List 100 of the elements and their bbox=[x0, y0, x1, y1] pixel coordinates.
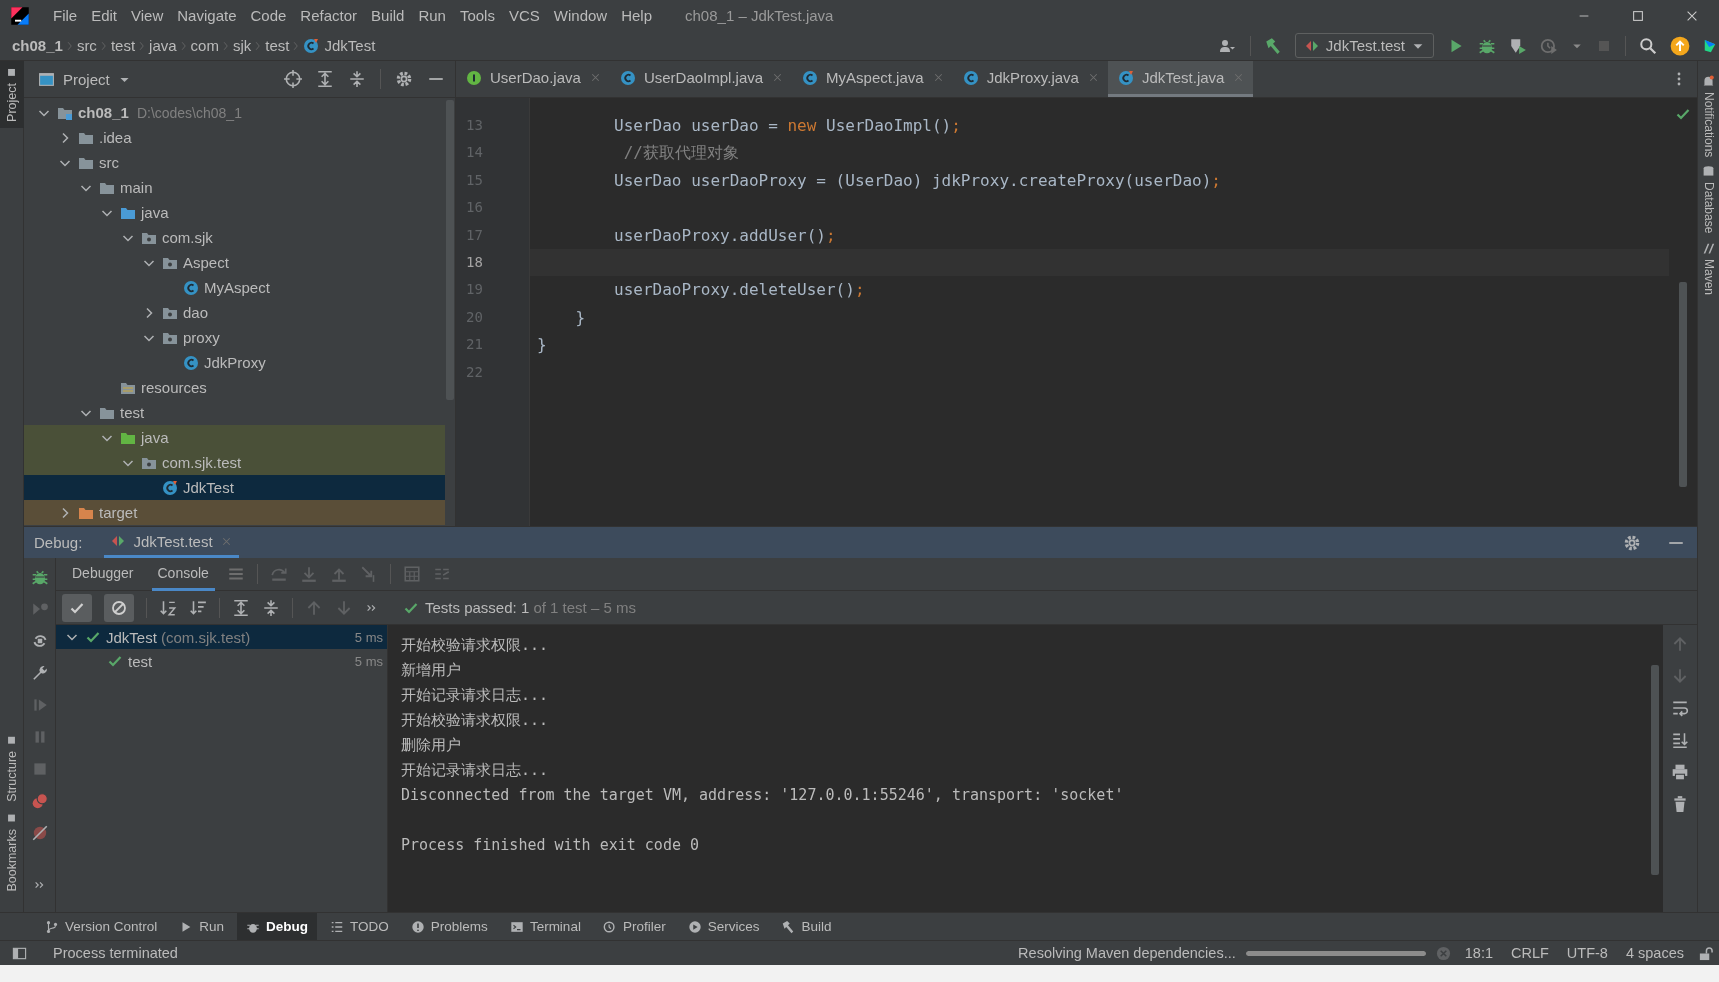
sort-duration-icon[interactable] bbox=[189, 598, 207, 617]
expand-all-icon[interactable] bbox=[232, 598, 250, 617]
editor-tab[interactable]: UserDao.java bbox=[456, 61, 610, 97]
menu-item[interactable]: Window bbox=[546, 7, 615, 24]
tree-item[interactable]: com.sjk bbox=[24, 225, 445, 250]
tree-item[interactable]: Aspect bbox=[24, 250, 445, 275]
tool-window-button[interactable]: Problems bbox=[401, 913, 497, 940]
sort-alpha-icon[interactable] bbox=[159, 598, 177, 617]
tree-item[interactable]: ch08_1 D:\codes\ch08_1 bbox=[24, 100, 445, 125]
menu-item[interactable]: View bbox=[124, 7, 171, 24]
collapse-all-icon[interactable] bbox=[262, 598, 280, 617]
tool-window-button[interactable]: Profiler bbox=[593, 913, 675, 940]
tree-item[interactable]: java bbox=[24, 425, 445, 450]
file-encoding[interactable]: UTF-8 bbox=[1562, 945, 1612, 961]
expand-all-icon[interactable] bbox=[316, 70, 334, 88]
line-separator[interactable]: CRLF bbox=[1507, 945, 1553, 961]
tool-window-button[interactable]: TODO bbox=[321, 913, 398, 940]
menu-item[interactable]: Tools bbox=[452, 7, 502, 24]
menu-item[interactable]: Build bbox=[364, 7, 412, 24]
unlocked-icon[interactable] bbox=[1698, 945, 1713, 961]
tool-window-button[interactable]: Terminal bbox=[500, 913, 590, 940]
scrollbar[interactable] bbox=[1651, 665, 1659, 875]
tool-window-tab[interactable]: Maven bbox=[1698, 241, 1719, 295]
tree-item[interactable]: dao bbox=[24, 300, 445, 325]
menu-item[interactable]: Refactor bbox=[293, 7, 365, 24]
tool-window-tab[interactable]: Project bbox=[0, 61, 24, 128]
soft-wrap-icon[interactable] bbox=[1671, 699, 1689, 717]
tree-item[interactable]: .idea bbox=[24, 125, 445, 150]
wrench-icon[interactable] bbox=[30, 664, 49, 682]
breadcrumb-item[interactable]: ch08_1 bbox=[12, 37, 63, 54]
tool-window-tab[interactable]: Bookmarks bbox=[0, 807, 24, 898]
scroll-to-end-icon[interactable] bbox=[1671, 731, 1689, 749]
tool-window-tab[interactable]: Database bbox=[1698, 165, 1719, 234]
breadcrumb-item[interactable]: JdkTest bbox=[303, 37, 376, 54]
menu-item[interactable]: VCS bbox=[501, 7, 547, 24]
breakpoints-icon[interactable] bbox=[30, 792, 49, 810]
print-icon[interactable] bbox=[1671, 763, 1689, 781]
tree-item[interactable]: src bbox=[24, 150, 445, 175]
show-passed-toggle[interactable] bbox=[62, 593, 92, 622]
update-icon[interactable] bbox=[1670, 35, 1690, 56]
tree-item[interactable]: JdkProxy bbox=[24, 350, 445, 375]
coverage-icon[interactable] bbox=[1509, 36, 1527, 55]
run-configuration-dropdown[interactable]: JdkTest.test bbox=[1294, 33, 1434, 58]
tool-window-button[interactable]: Build bbox=[772, 913, 841, 940]
scrollbar[interactable] bbox=[1679, 282, 1687, 487]
menu-item[interactable]: Code bbox=[243, 7, 294, 24]
tree-item[interactable]: com.sjk.test bbox=[24, 450, 445, 475]
tree-item[interactable]: MyAspect bbox=[24, 275, 445, 300]
debug-tab[interactable]: Debugger bbox=[66, 557, 140, 591]
scrollbar[interactable] bbox=[446, 100, 454, 400]
panel-toggle-icon[interactable] bbox=[12, 945, 27, 961]
show-ignored-toggle[interactable] bbox=[104, 593, 134, 622]
breadcrumb-item[interactable]: java bbox=[149, 37, 177, 54]
tool-window-tab[interactable]: Notifications bbox=[1698, 75, 1719, 158]
caret-position[interactable]: 18:1 bbox=[1460, 945, 1497, 961]
test-item[interactable]: JdkTest (com.sjk.test) 5 ms bbox=[56, 625, 387, 649]
editor-tab[interactable]: JdkTest.java bbox=[1107, 61, 1254, 97]
tool-window-button[interactable]: Debug bbox=[237, 913, 318, 940]
menu-item[interactable]: Edit bbox=[84, 7, 125, 24]
tree-item[interactable]: JdkTest bbox=[24, 475, 445, 500]
tool-window-button[interactable]: Version Control bbox=[36, 913, 167, 940]
background-task[interactable]: Resolving Maven dependencies... bbox=[1018, 945, 1236, 961]
collapse-all-icon[interactable] bbox=[348, 70, 366, 88]
tree-item[interactable]: proxy bbox=[24, 325, 445, 350]
code-line: UserDao userDaoProxy = (UserDao) jdkProxy.createProxy(userDao); bbox=[613, 169, 1222, 192]
menu-item[interactable]: Run bbox=[411, 7, 453, 24]
mute-breakpoints-icon[interactable] bbox=[30, 824, 49, 842]
editor-tab[interactable]: UserDaoImpl.java bbox=[609, 61, 793, 97]
tool-window-tab[interactable]: Structure bbox=[0, 728, 24, 808]
settings-icon[interactable] bbox=[1623, 533, 1641, 552]
debug-tab[interactable]: Console bbox=[151, 557, 215, 591]
breadcrumb-item[interactable]: src bbox=[76, 37, 97, 54]
breadcrumb-item[interactable]: com bbox=[190, 37, 219, 54]
indent-setting[interactable]: 4 spaces bbox=[1621, 945, 1688, 961]
settings-icon[interactable] bbox=[395, 70, 413, 88]
trash-icon[interactable] bbox=[1671, 795, 1689, 813]
tool-window-button[interactable]: Services bbox=[678, 913, 769, 940]
tree-item[interactable]: resources bbox=[24, 375, 445, 400]
tree-item[interactable]: test bbox=[24, 400, 445, 425]
editor-tab[interactable]: MyAspect.java bbox=[792, 61, 953, 97]
profiler-icon[interactable] bbox=[1540, 36, 1558, 55]
search-icon[interactable] bbox=[1639, 36, 1657, 55]
debug-icon[interactable] bbox=[30, 568, 49, 586]
tool-window-button[interactable]: Run bbox=[170, 913, 234, 940]
breadcrumb-item[interactable]: test bbox=[110, 37, 136, 54]
locate-icon[interactable] bbox=[284, 70, 302, 88]
tree-item[interactable]: java bbox=[24, 200, 445, 225]
breadcrumb-item[interactable]: sjk bbox=[232, 37, 252, 54]
debug-session-tab[interactable]: JdkTest.test bbox=[104, 527, 239, 558]
tree-item[interactable]: main bbox=[24, 175, 445, 200]
editor-tab[interactable]: JdkProxy.java bbox=[952, 61, 1108, 97]
hammer-icon[interactable] bbox=[1263, 36, 1282, 55]
tree-item[interactable]: target bbox=[24, 500, 445, 525]
menu-item[interactable]: File bbox=[46, 7, 85, 24]
menu-item[interactable]: Help bbox=[614, 7, 660, 24]
menu-item[interactable]: Navigate bbox=[170, 7, 244, 24]
maximize-icon[interactable] bbox=[1631, 8, 1645, 23]
test-item[interactable]: test 5 ms bbox=[56, 649, 387, 673]
breadcrumb-item[interactable]: test bbox=[265, 37, 290, 54]
project-view-dropdown[interactable]: Project bbox=[38, 70, 131, 88]
